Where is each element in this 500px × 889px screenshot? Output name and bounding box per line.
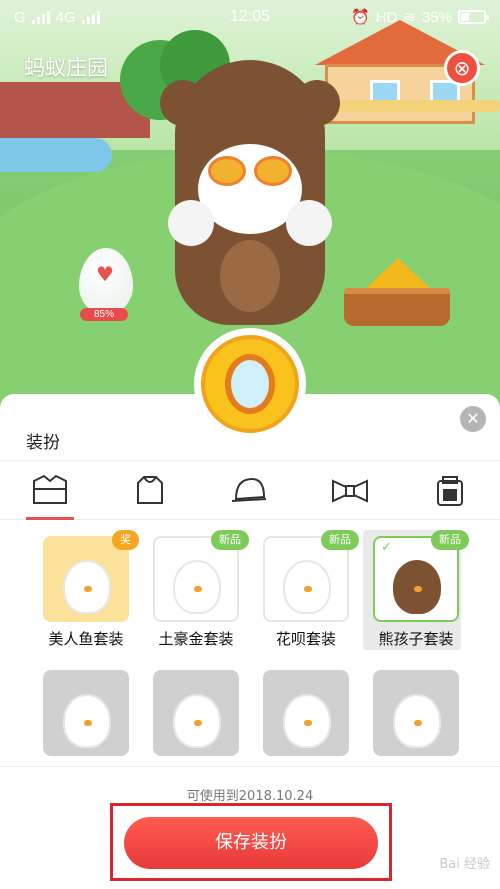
battery-label: 35% xyxy=(421,8,452,26)
tab-outfit[interactable] xyxy=(20,461,80,520)
watermark: Bai 经验 xyxy=(439,857,490,872)
tab-bag[interactable] xyxy=(420,461,480,519)
tab-hat[interactable] xyxy=(220,461,280,519)
cap-icon xyxy=(231,477,267,502)
battery-icon xyxy=(458,10,489,24)
status-bar: G 4G 12:05 ⏰ HD ≋ 35% xyxy=(0,0,500,34)
fence xyxy=(330,100,500,112)
egg[interactable]: ♥ 85% xyxy=(76,248,136,328)
outfit-item-mermaid[interactable]: 奖 美人鱼套装 xyxy=(31,530,141,649)
new-badge: 新品 xyxy=(211,530,249,550)
mirror-icon xyxy=(201,335,299,433)
hoodie-icon xyxy=(137,476,163,504)
outfit-item[interactable] xyxy=(251,670,361,756)
outfit-item-bear-selected[interactable]: ✓ 新品 熊孩子套装 xyxy=(361,530,471,650)
outfit-label: 熊孩子套装 xyxy=(378,630,454,648)
bag-icon xyxy=(437,476,463,506)
network-label: 4G xyxy=(55,8,76,26)
egg-progress: 85% xyxy=(80,308,128,321)
wifi-icon: ≋ xyxy=(403,9,416,26)
footer: 可使用到2018.10.24 保存装扮 Bai 经验 xyxy=(0,766,500,889)
new-badge: 新品 xyxy=(431,530,469,550)
pond xyxy=(0,138,112,172)
tab-bow[interactable] xyxy=(320,461,380,519)
outfit-item[interactable] xyxy=(31,670,141,756)
shirt-icon xyxy=(33,474,67,504)
outfit-item[interactable] xyxy=(361,670,471,756)
outfit-label: 花呗套装 xyxy=(275,630,336,648)
signal-icon xyxy=(31,10,50,24)
outfit-item[interactable] xyxy=(141,670,251,756)
signal-icon xyxy=(81,10,100,24)
mirror-button[interactable] xyxy=(194,328,306,440)
clock: 12:05 xyxy=(229,8,271,25)
outfit-grid: 奖 美人鱼套装 新品 土豪金套装 新品 花呗套装 ✓ 新品 熊孩子套装 xyxy=(0,520,500,765)
category-tabs xyxy=(0,460,500,520)
alarm-icon: ⏰ xyxy=(351,9,370,26)
award-badge: 奖 xyxy=(112,530,139,550)
close-icon[interactable]: ✕ xyxy=(460,406,486,432)
save-button[interactable]: 保存装扮 xyxy=(124,817,378,869)
expiry-text: 可使用到2018.10.24 xyxy=(186,789,314,804)
outfit-item-gold[interactable]: 新品 土豪金套装 xyxy=(141,530,251,649)
tab-top[interactable] xyxy=(120,461,180,519)
food-bowl[interactable] xyxy=(344,258,450,328)
hd-label: HD xyxy=(375,8,398,26)
outfit-label: 美人鱼套装 xyxy=(48,630,124,648)
heart-icon: ♥ xyxy=(96,262,114,286)
check-icon: ✓ xyxy=(381,540,392,555)
outfit-label: 土豪金套装 xyxy=(158,630,234,648)
outfit-item-huabei[interactable]: 新品 花呗套装 xyxy=(251,530,361,649)
carrier-label: G xyxy=(14,8,26,26)
chicken-in-bear-costume[interactable] xyxy=(150,60,350,330)
bowtie-icon xyxy=(332,479,368,503)
exit-icon[interactable]: ⊗ xyxy=(444,50,480,86)
panel-title: 装扮 xyxy=(26,433,60,453)
new-badge: 新品 xyxy=(321,530,359,550)
page-title: 蚂蚁庄园 xyxy=(24,56,108,80)
